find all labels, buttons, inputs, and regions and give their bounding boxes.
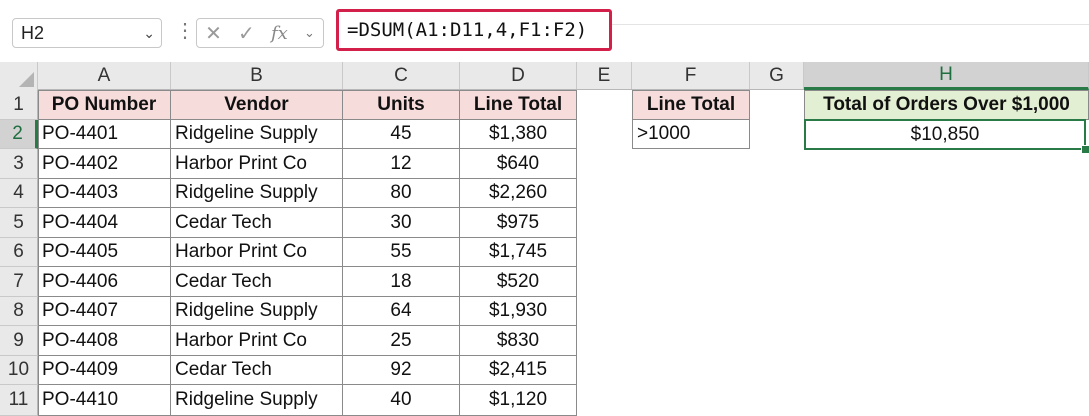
table-cell-po[interactable]: PO-4403: [38, 179, 171, 208]
table-cell-line-total[interactable]: $640: [460, 149, 577, 179]
select-all-triangle-icon: [19, 72, 34, 87]
formula-bar-divider: [612, 24, 1089, 25]
table-cell-units[interactable]: 25: [343, 326, 460, 356]
row-header-1[interactable]: 1: [0, 90, 38, 120]
table-left-border: [38, 90, 39, 416]
table-cell-vendor[interactable]: Harbor Print Co: [171, 326, 343, 356]
row-header-2[interactable]: 2: [0, 120, 38, 149]
name-box[interactable]: H2 ⌄: [12, 18, 162, 48]
table-cell-units[interactable]: 45: [343, 120, 460, 149]
table-cell-po[interactable]: PO-4409: [38, 356, 171, 385]
table-cell-line-total[interactable]: $2,415: [460, 356, 577, 385]
table-cell-po[interactable]: PO-4406: [38, 267, 171, 297]
row-header-11[interactable]: 11: [0, 385, 38, 416]
row-header-3[interactable]: 3: [0, 149, 38, 179]
more-options-icon[interactable]: ⋮: [175, 20, 195, 42]
table-cell-po[interactable]: PO-4404: [38, 208, 171, 238]
table-header-vendor[interactable]: Vendor: [171, 90, 343, 120]
table-cell-vendor[interactable]: Cedar Tech: [171, 208, 343, 238]
formula-bar: H2 ⌄ ⋮ ✕ ✓ fx ⌄ =DSUM(A1:D11,4,F1:F2): [0, 0, 1089, 62]
table-cell-po[interactable]: PO-4401: [38, 120, 171, 149]
table-cell-line-total[interactable]: $1,120: [460, 385, 577, 416]
table-cell-units[interactable]: 80: [343, 179, 460, 208]
formula-input[interactable]: =DSUM(A1:D11,4,F1:F2): [336, 9, 612, 51]
row-header-8[interactable]: 8: [0, 297, 38, 326]
criteria-value[interactable]: >1000: [632, 120, 750, 149]
table-cell-line-total[interactable]: $975: [460, 208, 577, 238]
column-header-g[interactable]: G: [750, 62, 804, 89]
row-header-9[interactable]: 9: [0, 326, 38, 356]
table-cell-units[interactable]: 64: [343, 297, 460, 326]
table-cell-po[interactable]: PO-4408: [38, 326, 171, 356]
column-header-c[interactable]: C: [343, 62, 460, 89]
table-cell-vendor[interactable]: Ridgeline Supply: [171, 179, 343, 208]
table-cell-units[interactable]: 55: [343, 238, 460, 267]
table-cell-vendor[interactable]: Harbor Print Co: [171, 238, 343, 267]
table-cell-line-total[interactable]: $520: [460, 267, 577, 297]
cancel-icon[interactable]: ✕: [205, 21, 222, 46]
table-cell-line-total[interactable]: $1,930: [460, 297, 577, 326]
table-cell-vendor[interactable]: Cedar Tech: [171, 267, 343, 297]
table-cell-vendor[interactable]: Harbor Print Co: [171, 149, 343, 179]
select-all-corner[interactable]: [0, 62, 38, 90]
table-cell-vendor[interactable]: Ridgeline Supply: [171, 297, 343, 326]
chevron-down-icon[interactable]: ⌄: [143, 25, 155, 42]
table-cell-po[interactable]: PO-4405: [38, 238, 171, 267]
table-cell-units[interactable]: 92: [343, 356, 460, 385]
column-header-b[interactable]: B: [171, 62, 343, 89]
enter-check-icon[interactable]: ✓: [238, 21, 255, 46]
table-header-line-total[interactable]: Line Total: [460, 90, 577, 120]
table-cell-line-total[interactable]: $1,745: [460, 238, 577, 267]
table-cell-line-total[interactable]: $2,260: [460, 179, 577, 208]
table-cell-units[interactable]: 18: [343, 267, 460, 297]
fill-handle[interactable]: [1081, 145, 1089, 154]
table-cell-vendor[interactable]: Ridgeline Supply: [171, 385, 343, 416]
row-header-7[interactable]: 7: [0, 267, 38, 297]
chevron-down-icon[interactable]: ⌄: [304, 25, 315, 41]
column-header-f[interactable]: F: [632, 62, 750, 89]
column-header-d[interactable]: D: [460, 62, 577, 89]
row-header-4[interactable]: 4: [0, 179, 38, 208]
table-cell-vendor[interactable]: Ridgeline Supply: [171, 120, 343, 149]
criteria-header[interactable]: Line Total: [632, 90, 750, 120]
row-header-10[interactable]: 10: [0, 356, 38, 385]
column-header-h[interactable]: H: [804, 62, 1089, 90]
table-cell-vendor[interactable]: Cedar Tech: [171, 356, 343, 385]
insert-function-icon[interactable]: fx: [271, 23, 288, 44]
table-cell-units[interactable]: 30: [343, 208, 460, 238]
table-cell-units[interactable]: 40: [343, 385, 460, 416]
table-cell-po[interactable]: PO-4410: [38, 385, 171, 416]
table-top-border: [38, 90, 577, 91]
result-header[interactable]: Total of Orders Over $1,000: [804, 90, 1089, 120]
row-header-5[interactable]: 5: [0, 208, 38, 238]
table-header-units[interactable]: Units: [343, 90, 460, 120]
name-box-value: H2: [21, 22, 45, 43]
table-cell-po[interactable]: PO-4402: [38, 149, 171, 179]
column-header-a[interactable]: A: [38, 62, 171, 89]
table-cell-line-total[interactable]: $830: [460, 326, 577, 356]
table-header-po-number[interactable]: PO Number: [38, 90, 171, 120]
table-cell-line-total[interactable]: $1,380: [460, 120, 577, 149]
table-cell-units[interactable]: 12: [343, 149, 460, 179]
row-header-6[interactable]: 6: [0, 238, 38, 267]
column-header-e[interactable]: E: [577, 62, 632, 89]
table-cell-po[interactable]: PO-4407: [38, 297, 171, 326]
formula-buttons: ✕ ✓ fx ⌄: [196, 18, 324, 48]
result-value-selected-cell[interactable]: $10,850: [804, 119, 1086, 150]
